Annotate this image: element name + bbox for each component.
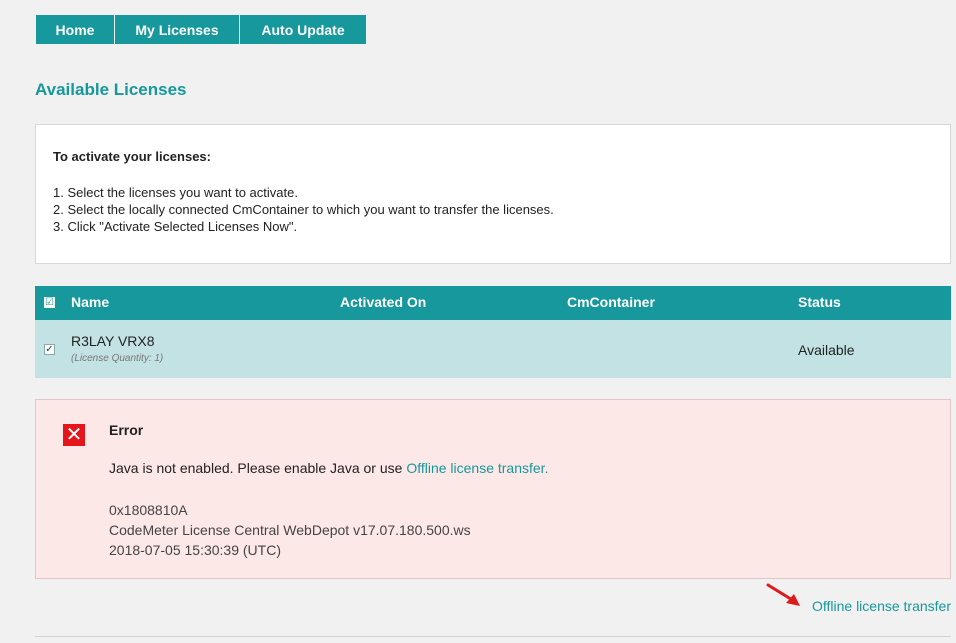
license-status: Available (798, 342, 855, 358)
column-header-status: Status (798, 294, 841, 310)
table-row[interactable]: ✓ R3LAY VRX8 (License Quantity: 1) Avail… (35, 320, 951, 378)
top-nav: Home My Licenses Auto Update (36, 15, 366, 44)
error-details: 0x1808810A CodeMeter License Central Web… (109, 500, 471, 560)
licenses-table: ☑ Name Activated On CmContainer Status ✓… (35, 286, 951, 378)
license-name: R3LAY VRX8 (71, 333, 155, 349)
error-version: CodeMeter License Central WebDepot v17.0… (109, 522, 471, 538)
error-message-text: Java is not enabled. Please enable Java … (109, 460, 407, 476)
instructions-heading: To activate your licenses: (53, 149, 211, 164)
column-header-cmcontainer: CmContainer (567, 294, 655, 310)
error-icon: ✕ (63, 424, 85, 446)
instructions-panel: To activate your licenses: 1. Select the… (35, 124, 951, 264)
error-panel: ✕ Error Java is not enabled. Please enab… (35, 399, 951, 579)
error-timestamp: 2018-07-05 15:30:39 (UTC) (109, 542, 281, 558)
offline-transfer-inline-link[interactable]: Offline license transfer. (406, 460, 548, 476)
instruction-step: 1. Select the licenses you want to activ… (53, 185, 298, 200)
row-checkbox[interactable]: ✓ (44, 344, 55, 355)
error-code: 0x1808810A (109, 502, 188, 518)
license-quantity: (License Quantity: 1) (71, 353, 164, 364)
instructions-list: 1. Select the licenses you want to activ… (53, 184, 554, 235)
instruction-step: 2. Select the locally connected CmContai… (53, 202, 554, 217)
offline-license-transfer-link[interactable]: Offline license transfer (812, 598, 951, 614)
error-title: Error (109, 422, 144, 438)
column-header-name: Name (71, 294, 110, 310)
tab-auto-update[interactable]: Auto Update (240, 15, 366, 44)
tab-home[interactable]: Home (36, 15, 115, 44)
divider (35, 636, 951, 637)
table-header: ☑ Name Activated On CmContainer Status (35, 286, 951, 320)
red-arrow-icon (766, 583, 800, 606)
error-message: Java is not enabled. Please enable Java … (109, 460, 548, 476)
select-all-checkbox[interactable]: ☑ (44, 297, 55, 308)
instruction-step: 3. Click "Activate Selected Licenses Now… (53, 219, 298, 234)
tab-my-licenses[interactable]: My Licenses (115, 15, 240, 44)
column-header-activated-on: Activated On (340, 294, 427, 310)
page-title: Available Licenses (35, 80, 187, 99)
